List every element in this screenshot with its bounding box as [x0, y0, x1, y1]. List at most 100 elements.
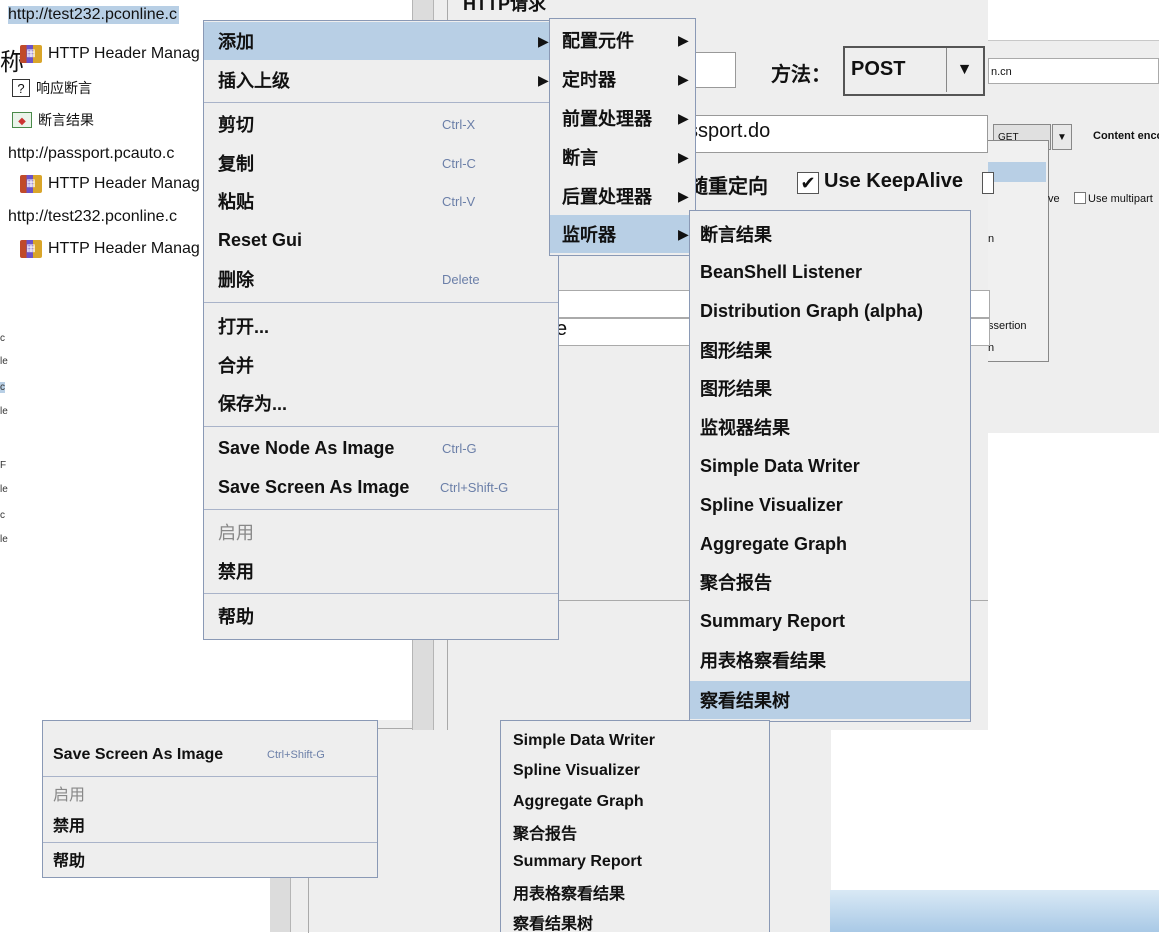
menu-item-label: Save Screen As Image — [53, 746, 224, 763]
menu-item-help[interactable]: 帮助 — [204, 597, 558, 635]
tree-item[interactable]: http://test232.pconline.c — [8, 208, 177, 226]
menu-item-label: 帮助 — [218, 607, 254, 627]
multipart-checkbox-partial[interactable] — [982, 172, 994, 194]
menu-separator — [204, 102, 558, 103]
header-manager-icon: ▦ — [20, 45, 42, 63]
method-value: POST — [851, 58, 906, 80]
menu-item-label: 断言结果 — [700, 225, 772, 245]
menu-item-summary-report[interactable]: Summary Report — [690, 602, 970, 640]
menu-item-paste[interactable]: 粘贴 Ctrl-V — [204, 182, 558, 220]
tree-item[interactable]: http://test232.pconline.c — [8, 6, 179, 24]
menu-item-enable[interactable]: 启用 — [204, 513, 558, 551]
menu-item-label: Spline Visualizer — [700, 494, 843, 515]
menu-item-cut[interactable]: 剪切 Ctrl-X — [204, 105, 558, 143]
menu-item-simple-data-writer[interactable]: Simple Data Writer — [501, 726, 769, 756]
multipart-checkbox[interactable] — [1074, 192, 1086, 204]
menu-shortcut: Ctrl-C — [442, 155, 476, 171]
tree-item[interactable]: ▦ HTTP Header Manag — [20, 240, 200, 258]
menu-item-graph-results-2[interactable]: 图形结果 — [690, 369, 970, 407]
header-manager-icon: ▦ — [20, 240, 42, 258]
menu-shortcut: Ctrl+Shift-G — [267, 749, 325, 761]
menu-item-summary-report[interactable]: Summary Report — [501, 847, 769, 877]
keepalive-checkbox[interactable]: ✔ — [797, 172, 819, 194]
menu-item-label: 禁用 — [218, 562, 254, 582]
tree-item[interactable]: ? 响应断言 — [12, 78, 92, 98]
menu-item-timer[interactable]: 定时器 ▶ — [550, 60, 695, 98]
menu-item-label: 粘贴 — [218, 192, 254, 212]
menu-item-save-as[interactable]: 保存为... — [204, 384, 558, 422]
menu-item-label: 监视器结果 — [700, 418, 790, 438]
menu-item-copy[interactable]: 复制 Ctrl-C — [204, 144, 558, 182]
menu-item-aggregate-graph[interactable]: Aggregate Graph — [501, 787, 769, 817]
add-submenu: 配置元件 ▶ 定时器 ▶ 前置处理器 ▶ 断言 ▶ 后置处理器 ▶ 监听器 ▶ — [549, 18, 696, 256]
menu-item-label: 启用 — [53, 787, 86, 804]
tree-item-label: 响应断言 — [36, 80, 92, 96]
header-manager-icon: ▦ — [20, 175, 42, 193]
menu-item-label: Save Node As Image — [218, 437, 395, 458]
menu-item-open[interactable]: 打开... — [204, 307, 558, 345]
menu-item-config-element[interactable]: 配置元件 ▶ — [550, 21, 695, 59]
tree-fragment: le — [0, 484, 8, 495]
tree-item[interactable]: ▦ HTTP Header Manag — [20, 45, 200, 63]
menu-item-insert-parent[interactable]: 插入上级 ▶ — [204, 61, 558, 99]
menu-item-pre-processor[interactable]: 前置处理器 ▶ — [550, 99, 695, 137]
menu-item-label: 启用 — [218, 523, 254, 543]
menu-item-label: 打开... — [218, 317, 270, 337]
chevron-down-icon[interactable]: ▼ — [946, 48, 982, 92]
tree-item-label: http://test232.pconline.c — [8, 208, 177, 225]
menu-item-save-screen-image[interactable]: Save Screen As Image Ctrl+Shift-G — [43, 739, 377, 771]
menu-item-view-results-table[interactable]: 用表格察看结果 — [501, 877, 769, 907]
menu-item-assertion[interactable]: 断言 ▶ — [550, 138, 695, 176]
menu-item-merge[interactable]: 合并 — [204, 346, 558, 384]
menu-item-graph-results[interactable]: 图形结果 — [690, 331, 970, 369]
menu-separator — [204, 593, 558, 594]
menu-item-save-node-image[interactable]: Save Node As Image Ctrl-G — [204, 429, 558, 467]
right-host-field[interactable]: n.cn — [988, 58, 1159, 84]
menu-item-aggregate-report[interactable]: 聚合报告 — [690, 563, 970, 601]
menu-item-label: 合并 — [218, 356, 254, 376]
menu-item-label: 定时器 — [562, 70, 616, 90]
menu-item-monitor-results[interactable]: 监视器结果 — [690, 408, 970, 446]
menu-item-reset-gui[interactable]: Reset Gui — [204, 221, 558, 259]
chevron-down-icon[interactable]: ▼ — [1052, 124, 1072, 150]
menu-item-disable[interactable]: 禁用 — [43, 808, 377, 840]
menu-item-spline-visualizer[interactable]: Spline Visualizer — [690, 486, 970, 524]
menu-item-simple-data-writer[interactable]: Simple Data Writer — [690, 447, 970, 485]
menu-item-add[interactable]: 添加 ▶ — [204, 22, 558, 60]
submenu-arrow-icon: ▶ — [678, 148, 689, 165]
tree-item[interactable]: ▦ HTTP Header Manag — [20, 175, 200, 193]
submenu-arrow-icon: ▶ — [678, 225, 689, 242]
tree-item[interactable]: http://passport.pcauto.c — [8, 145, 174, 163]
menu-item-view-results-tree[interactable]: 察看结果树 — [501, 907, 769, 937]
menu-item-save-screen-image[interactable]: Save Screen As Image Ctrl+Shift-G — [204, 468, 558, 506]
tree-fragment: c — [0, 382, 5, 393]
menu-shortcut: Ctrl+Shift-G — [440, 479, 509, 495]
menu-item-spline-visualizer[interactable]: Spline Visualizer — [501, 756, 769, 786]
menu-item-listener[interactable]: 监听器 ▶ — [550, 215, 695, 253]
menu-item-label: Summary Report — [513, 853, 642, 870]
menu-item-help[interactable]: 帮助 — [43, 843, 377, 875]
tree-item[interactable]: ◆ 断言结果 — [12, 110, 94, 130]
menu-item-aggregate-graph[interactable]: Aggregate Graph — [690, 525, 970, 563]
menu-item-beanshell-listener[interactable]: BeanShell Listener — [690, 253, 970, 291]
menu-item-view-results-tree[interactable]: 察看结果树 — [690, 681, 970, 719]
port-field[interactable] — [690, 52, 736, 88]
menu-item-label: 察看结果树 — [700, 691, 790, 711]
menu-item-enable[interactable]: 启用 — [43, 777, 377, 809]
menu-item-distribution-graph[interactable]: Distribution Graph (alpha) — [690, 292, 970, 330]
menu-item-delete[interactable]: 删除 Delete — [204, 260, 558, 298]
menu-item-post-processor[interactable]: 后置处理器 ▶ — [550, 177, 695, 215]
menu-item-disable[interactable]: 禁用 — [204, 552, 558, 590]
menu-item-view-results-table[interactable]: 用表格察看结果 — [690, 641, 970, 679]
question-icon: ? — [12, 79, 30, 97]
right-assertion-text: ssertion — [988, 320, 1027, 332]
menu-item-assertion-results[interactable]: 断言结果 — [690, 215, 970, 253]
right-dropdown-selected[interactable] — [988, 162, 1046, 182]
menu-item-label: Reset Gui — [218, 229, 303, 250]
tree-item-label: HTTP Header Manag — [48, 175, 200, 192]
menu-item-aggregate-report[interactable]: 聚合报告 — [501, 817, 769, 847]
menu-item-label: 前置处理器 — [562, 109, 652, 129]
submenu-arrow-icon: ▶ — [538, 71, 549, 88]
menu-item-label: 添加 — [218, 32, 254, 52]
menu-item-label: Spline Visualizer — [513, 762, 640, 779]
